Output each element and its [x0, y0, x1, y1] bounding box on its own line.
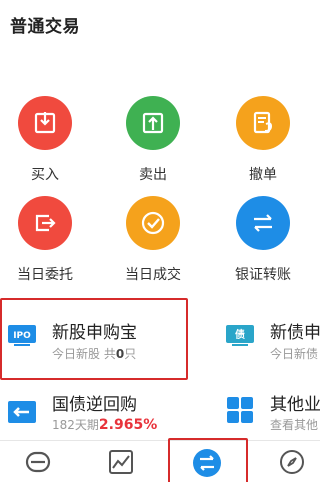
cancel-order-button[interactable]: 撤单: [208, 96, 318, 184]
sell-label: 卖出: [139, 167, 167, 183]
market-chart-icon: [109, 450, 133, 474]
bond-icon: 债: [224, 319, 256, 351]
page-title: 普通交易: [10, 17, 80, 37]
reverse-repo-title: 国债逆回购: [52, 395, 137, 415]
other-business-title: 其他业: [270, 395, 320, 415]
tab-discover[interactable]: [272, 447, 312, 477]
buy-button[interactable]: 买入: [0, 96, 100, 184]
bond-subtitle: 今日新债: [270, 347, 319, 361]
sell-icon: [126, 96, 180, 150]
transfer-button[interactable]: 银证转账: [208, 196, 318, 284]
bond-title: 新债申: [270, 323, 320, 343]
grid-apps-icon: [224, 394, 256, 426]
bottom-tabbar: [0, 441, 320, 482]
today-deal-label: 当日成交: [125, 267, 181, 283]
header: 普通交易: [0, 0, 320, 46]
cancel-order-label: 撤单: [249, 167, 277, 183]
today-order-label: 当日委托: [17, 267, 73, 283]
tab-market[interactable]: [101, 447, 141, 477]
transfer-icon: [236, 196, 290, 250]
sell-button[interactable]: 卖出: [98, 96, 208, 184]
today-deal-button[interactable]: 当日成交: [98, 196, 208, 284]
reverse-repo-rate: 2.965%: [98, 417, 158, 433]
today-order-button[interactable]: 当日委托: [0, 196, 100, 284]
buy-icon: [18, 96, 72, 150]
tab-home[interactable]: [18, 447, 58, 477]
other-business-subtitle: 查看其他: [270, 418, 319, 432]
ipo-highlight-box: [0, 298, 188, 380]
buy-label: 买入: [31, 167, 59, 183]
transfer-label: 银证转账: [235, 267, 291, 283]
reverse-repo-term: 182天期: [52, 418, 99, 432]
today-deal-icon: [126, 196, 180, 250]
new-bond-card[interactable]: 债 新债申 今日新债: [218, 300, 320, 370]
discover-compass-icon: [280, 450, 304, 474]
today-order-icon: [18, 196, 72, 250]
reverse-repo-icon: [6, 396, 38, 428]
home-icon: [25, 451, 51, 473]
svg-text:债: 债: [235, 328, 245, 341]
trade-tab-highlight-box: [168, 438, 248, 482]
cancel-order-icon: [236, 96, 290, 150]
reverse-repo-subtitle: 182天期2.965%: [52, 416, 157, 433]
